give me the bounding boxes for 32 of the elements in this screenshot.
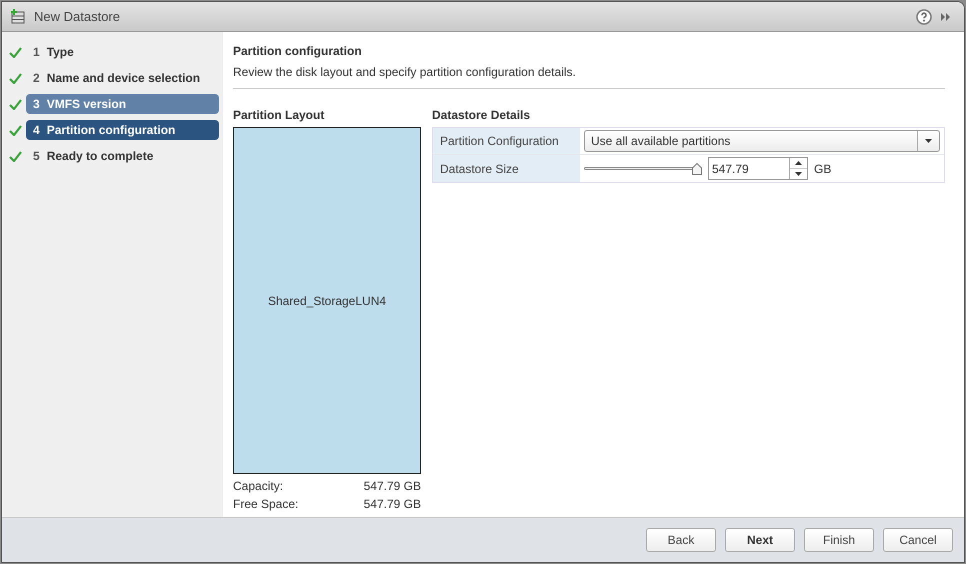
down-arrow-icon[interactable] <box>795 172 802 176</box>
field-label: Partition Configuration <box>440 133 559 150</box>
wizard-step[interactable]: 1 Type <box>26 42 219 62</box>
stat-label: Capacity: <box>233 478 284 495</box>
expand-icon[interactable] <box>940 12 952 22</box>
size-spinner[interactable]: 547.79 <box>708 157 808 180</box>
help-icon[interactable] <box>916 8 932 24</box>
page-description: Review the disk layout and specify partition configuration details. <box>233 63 945 89</box>
up-arrow-icon[interactable] <box>795 161 802 165</box>
dialog-button[interactable]: Next <box>725 528 795 552</box>
partition-label: Shared_StorageLUN4 <box>268 292 386 310</box>
size-slider[interactable] <box>584 162 702 174</box>
datastore-icon <box>10 8 26 24</box>
slider-thumb[interactable] <box>692 162 702 174</box>
wizard-step[interactable]: 3 VMFS version <box>26 94 219 114</box>
wizard-step[interactable]: 5 Ready to complete <box>26 146 219 166</box>
dialog-button[interactable]: Finish <box>804 528 874 552</box>
page-title: Partition configuration <box>233 43 363 60</box>
dialog-button[interactable]: Back <box>646 528 716 552</box>
section-title: Datastore Details <box>432 107 532 124</box>
wizard-step[interactable]: 2 Name and device selection <box>26 68 219 88</box>
dialog-button[interactable]: Cancel <box>883 528 953 552</box>
unit-label: GB <box>814 160 832 178</box>
stat-label: Free Space: <box>233 496 298 513</box>
stat-value: 547.79 GB <box>364 496 421 513</box>
field-label: Datastore Size <box>440 160 519 178</box>
caret-icon <box>925 139 932 143</box>
window-title: New Datastore <box>34 8 120 26</box>
partition-dropdown[interactable]: Use all available partitions <box>584 130 940 152</box>
section-title: Partition Layout <box>233 107 326 124</box>
stat-value: 547.79 GB <box>364 478 421 495</box>
wizard-step[interactable]: 4 Partition configuration <box>26 120 219 140</box>
